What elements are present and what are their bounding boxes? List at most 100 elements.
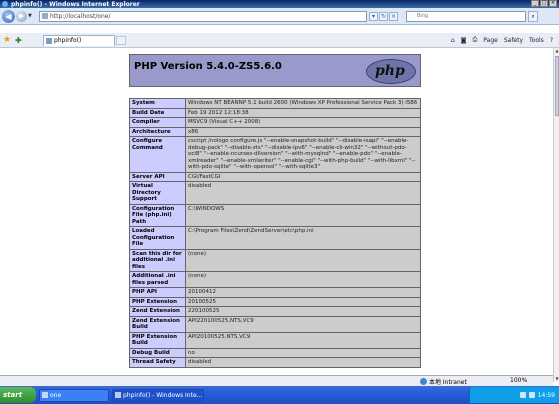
help-icon[interactable]: ?	[548, 35, 555, 45]
address-tools: ▾ ↻ ×	[369, 11, 398, 21]
system-tray: 14:59	[469, 387, 559, 403]
tools-menu[interactable]: Tools	[527, 35, 546, 45]
scroll-down-icon[interactable]: ▼	[554, 376, 559, 382]
search-placeholder: Bing	[417, 13, 429, 19]
search-input[interactable]: Bing	[406, 10, 526, 22]
address-url[interactable]: http://localhost/one/	[50, 13, 111, 20]
zoom-level[interactable]: 100%	[510, 377, 527, 384]
search-icon[interactable]: ⌕	[528, 10, 538, 22]
address-toolbar: ◀ ▶ ▼ http://localhost/one/ ▾ ↻ × Bing ⌕	[0, 8, 559, 25]
start-button[interactable]: start	[0, 387, 36, 403]
php-version-header: PHP Version 5.4.0-ZS5.6.0 php	[129, 54, 421, 87]
table-row: Configure Command cscript /nologo configu…	[129, 136, 421, 173]
history-dropdown-icon[interactable]: ▼	[28, 13, 33, 19]
command-bar: ⌂ ◙ ⎙ Page Safety Tools ?	[449, 35, 555, 45]
folder-icon	[42, 392, 48, 398]
page-menu[interactable]: Page	[481, 35, 500, 45]
forward-button[interactable]: ▶	[16, 10, 27, 22]
table-row: Virtual Directory Support disabled	[129, 181, 421, 205]
new-tab-button[interactable]	[116, 35, 126, 45]
row-value: 220100525	[185, 306, 421, 317]
back-button[interactable]: ◀	[2, 9, 15, 23]
row-value: API220100525,NTS,VC9	[185, 315, 421, 333]
address-dropdown-icon[interactable]: ▾	[369, 11, 378, 21]
refresh-icon[interactable]: ↻	[379, 11, 388, 21]
maximize-button[interactable]: □	[540, 0, 548, 7]
taskbar-item-ie[interactable]: phpinfo() - Windows Inte...	[112, 388, 204, 402]
row-value: cscript /nologo configure.js "--enable-s…	[185, 136, 421, 173]
stop-icon[interactable]: ×	[389, 11, 398, 21]
row-value: disabled	[185, 357, 421, 368]
php-logo[interactable]: php	[366, 59, 416, 84]
row-value: MSVC9 (Visual C++ 2008)	[185, 117, 421, 128]
php-logo-text: php	[375, 63, 405, 79]
table-row: Scan this dir for additional .ini files(…	[129, 248, 421, 272]
row-key: PHP Extension Build	[129, 331, 186, 349]
row-key: Virtual Directory Support	[129, 181, 186, 205]
row-value: Windows NT BEANNP 5.1 build 2600 (Window…	[185, 98, 421, 109]
table-row: Architecture x86	[129, 126, 421, 137]
window-controls: _ □ ×	[531, 0, 557, 7]
row-key: Thread Safety	[129, 357, 186, 368]
windows-taskbar: start one phpinfo() - Windows Inte... 14…	[0, 386, 559, 404]
taskbar-item-label: one	[50, 391, 62, 399]
add-favorites-icon[interactable]: ✚	[15, 36, 25, 45]
row-key: Architecture	[129, 126, 186, 137]
row-key: System	[129, 98, 186, 109]
table-row: Zend Extension 220100525	[129, 306, 421, 317]
feeds-icon[interactable]: ◙	[459, 35, 469, 45]
row-key: Build Date	[129, 107, 186, 118]
taskbar-item-folder[interactable]: one	[39, 388, 109, 402]
globe-icon	[420, 378, 427, 385]
table-row: Zend Extension Build API220100525,NTS,VC9	[129, 315, 421, 333]
phpinfo-table: System Windows NT BEANNP 5.1 build 2600 (…	[129, 98, 421, 368]
page-content: PHP Version 5.4.0-ZS5.6.0 php System Wind…	[0, 48, 553, 382]
row-value: Feb 19 2012 12:18:38	[185, 107, 421, 118]
close-button[interactable]: ×	[549, 0, 557, 7]
ie-icon	[115, 392, 121, 398]
row-key: Zend Extension	[129, 306, 186, 317]
volume-icon[interactable]	[528, 392, 535, 398]
network-icon[interactable]	[519, 392, 526, 398]
tab-label: phpinfo()	[54, 37, 82, 44]
row-value: 20100525	[185, 296, 421, 307]
security-zone[interactable]: 本地 Intranet	[420, 377, 467, 386]
status-bar: 本地 Intranet 100%	[0, 375, 553, 386]
row-value: (none)	[185, 248, 421, 272]
tab-page-icon	[46, 37, 52, 44]
tab-toolbar: ★ ✚ phpinfo() ⌂ ◙ ⎙ Page Safety Tools ?	[0, 33, 559, 48]
vertical-scrollbar[interactable]: ▲ ▼	[553, 48, 559, 382]
clock: 14:59	[537, 391, 555, 399]
tab-phpinfo[interactable]: phpinfo()	[43, 34, 115, 46]
table-row: Additional .ini files parsed (none)	[129, 271, 421, 288]
row-value: API20100525,NTS,VC9	[185, 331, 421, 349]
safety-menu[interactable]: Safety	[502, 35, 525, 45]
row-key: PHP API	[129, 287, 186, 298]
print-icon[interactable]: ⎙	[470, 35, 479, 45]
minimize-button[interactable]: _	[531, 0, 539, 7]
row-value: disabled	[185, 181, 421, 205]
table-row: System Windows NT BEANNP 5.1 build 2600 (…	[129, 98, 421, 109]
row-key: PHP Extension	[129, 296, 186, 307]
taskbar-item-label: phpinfo() - Windows Inte...	[123, 391, 203, 399]
row-key: Scan this dir for additional .ini files	[129, 248, 186, 272]
scroll-thumb[interactable]	[555, 56, 559, 116]
table-row: Debug Build no	[129, 347, 421, 358]
scroll-up-icon[interactable]: ▲	[554, 48, 559, 54]
row-value: C:\Program Files\Zend\ZendServer\etc\php…	[185, 226, 421, 250]
table-row: Loaded Configuration File C:\Program File…	[129, 226, 421, 250]
row-key: Configure Command	[129, 136, 186, 173]
table-row: PHP Extension 20100525	[129, 296, 421, 307]
table-row: Thread Safety disabled	[129, 357, 421, 368]
favorites-star-icon[interactable]: ★	[3, 35, 13, 45]
row-value: 20100412	[185, 287, 421, 298]
home-icon[interactable]: ⌂	[449, 35, 457, 45]
address-input[interactable]: http://localhost/one/	[39, 10, 367, 22]
table-row: Compiler MSVC9 (Visual C++ 2008)	[129, 117, 421, 128]
row-value: CGI/FastCGI	[185, 171, 421, 182]
table-row: Server API CGI/FastCGI	[129, 171, 421, 182]
window-title: phpinfo() - Windows Internet Explorer	[11, 0, 140, 8]
row-key: Debug Build	[129, 347, 186, 358]
row-value: x86	[185, 126, 421, 137]
row-value: (none)	[185, 271, 421, 288]
